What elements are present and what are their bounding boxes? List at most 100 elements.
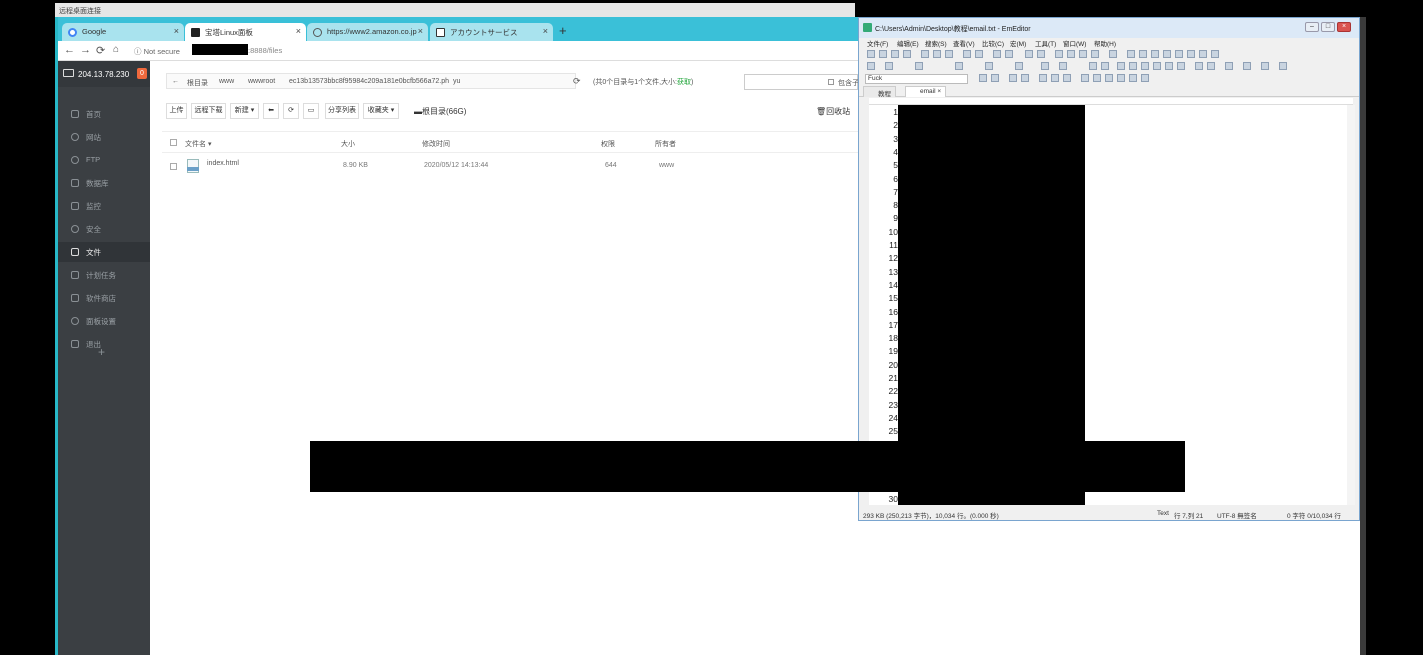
minimize-button[interactable]: – [1305,22,1319,32]
menu-tools[interactable]: 工具(T) [1035,38,1056,48]
line-number[interactable]: 11 [889,240,898,250]
plugin-icon[interactable] [1139,50,1147,58]
menu-view[interactable]: 查看(V) [953,38,975,48]
file-search-input[interactable]: 包含子目录 [744,74,858,90]
tool-icon[interactable] [1207,62,1215,70]
line-number[interactable]: 18 [889,333,898,343]
filter-icon[interactable] [1037,50,1045,58]
tool-icon[interactable] [1051,74,1059,82]
search-icon[interactable] [1021,74,1029,82]
line-number[interactable]: 12 [889,253,898,263]
tab-google[interactable]: Google × [62,23,184,41]
tool-icon[interactable] [1129,74,1137,82]
line-number[interactable]: 10 [889,227,898,237]
tool-icon[interactable] [1101,62,1109,70]
file-name[interactable]: index.html [207,160,239,167]
line-number[interactable]: 17 [889,320,898,330]
close-icon[interactable]: × [174,26,179,36]
home-icon[interactable]: ⌂ [113,44,119,55]
maximize-button[interactable]: □ [1321,22,1335,32]
tool-icon[interactable] [1141,74,1149,82]
sidebar-item-home[interactable]: 首页 [58,104,150,124]
line-number[interactable]: 16 [889,307,898,317]
marker-icon[interactable] [1025,50,1033,58]
remote-download-button[interactable]: 远程下载 [191,103,226,119]
url-text[interactable]: :8888/files [248,46,282,55]
tool-icon[interactable] [1243,62,1251,70]
file-permission[interactable]: 644 [605,162,617,169]
menu-window[interactable]: 窗口(W) [1063,38,1086,48]
recycle-bin-button[interactable]: 🗑回收站 [816,106,850,117]
line-number[interactable]: 20 [889,360,898,370]
add-menu-button[interactable]: + [98,345,105,359]
plugin-icon[interactable] [1211,50,1219,58]
tool-icon[interactable] [1093,74,1101,82]
tool-icon[interactable] [1105,74,1113,82]
search-icon[interactable] [1009,74,1017,82]
sidebar-item-app-store[interactable]: 软件商店 [58,288,150,308]
menu-search[interactable]: 搜索(S) [925,38,947,48]
menu-file[interactable]: 文件(F) [867,38,888,48]
sidebar-item-website[interactable]: 网站 [58,127,150,147]
line-number[interactable]: 14 [889,280,898,290]
breadcrumb-item[interactable]: wwwroot [248,78,275,85]
line-number[interactable]: 23 [889,400,898,410]
sort-icon[interactable] [1129,62,1137,70]
line-number[interactable]: 30 [889,494,898,504]
sort-icon[interactable] [1117,62,1125,70]
line-number[interactable]: 25 [889,426,898,436]
sort-icon[interactable] [1153,62,1161,70]
breadcrumb-item[interactable]: yu [453,78,460,85]
back-arrow-icon[interactable]: ← [64,44,75,56]
print-icon[interactable] [903,50,911,58]
tool-icon[interactable] [955,62,963,70]
menu-macro[interactable]: 宏(M) [1010,38,1026,48]
tool-icon[interactable] [985,62,993,70]
undo-icon[interactable] [963,50,971,58]
tool-icon[interactable] [885,62,893,70]
font-select[interactable]: Fuck [865,74,968,84]
find-icon[interactable] [993,50,1001,58]
share-list-button[interactable]: 分享列表 [325,103,359,119]
row-checkbox[interactable] [170,163,177,170]
column-header-size[interactable]: 大小 [341,139,355,149]
tool-icon[interactable] [1089,62,1097,70]
back-icon[interactable]: ← [172,78,179,85]
tool-icon[interactable] [1041,62,1049,70]
mode-indicator[interactable]: Text [1157,510,1169,517]
column-header-owner[interactable]: 所有者 [655,139,676,149]
plugin-icon[interactable] [1199,50,1207,58]
close-icon[interactable]: × [543,26,548,36]
select-all-checkbox[interactable] [170,139,177,146]
tool-icon[interactable] [915,62,923,70]
sidebar-item-settings[interactable]: 面板设置 [58,311,150,331]
close-icon[interactable]: × [937,88,941,95]
tab-bt-panel[interactable]: 宝塔Linux面板 × [185,23,306,41]
encoding-indicator[interactable]: UTF-8 無签名 [1217,510,1257,520]
tool-icon[interactable] [1015,62,1023,70]
tab-amazon[interactable]: https://www2.amazon.co.jp × [307,23,428,41]
tool-icon[interactable] [1195,62,1203,70]
back-button[interactable]: ⬅ [263,103,279,119]
save-icon[interactable] [891,50,899,58]
tool-icon[interactable] [1063,74,1071,82]
new-file-icon[interactable] [867,50,875,58]
vertical-scrollbar[interactable] [1347,105,1355,505]
outline-icon[interactable] [1079,50,1087,58]
plugin-icon[interactable] [1151,50,1159,58]
menu-edit[interactable]: 编辑(E) [897,38,919,48]
tool-icon[interactable] [1039,74,1047,82]
get-size-link[interactable]: 获取 [677,79,691,86]
menu-help[interactable]: 帮助(H) [1094,38,1116,48]
tab-email[interactable]: email × [905,86,947,97]
breadcrumb-item[interactable]: www [219,78,234,85]
tool-icon[interactable] [1117,74,1125,82]
upload-button[interactable]: 上传 [166,103,187,119]
cursor-position[interactable]: 行 7,列 21 [1174,510,1203,520]
redo-icon[interactable] [975,50,983,58]
line-number[interactable]: 15 [889,293,898,303]
sort-icon[interactable] [1141,62,1149,70]
cut-icon[interactable] [921,50,929,58]
column-header-modified[interactable]: 修改时间 [422,139,450,149]
sidebar-item-files[interactable]: 文件 [58,242,150,262]
